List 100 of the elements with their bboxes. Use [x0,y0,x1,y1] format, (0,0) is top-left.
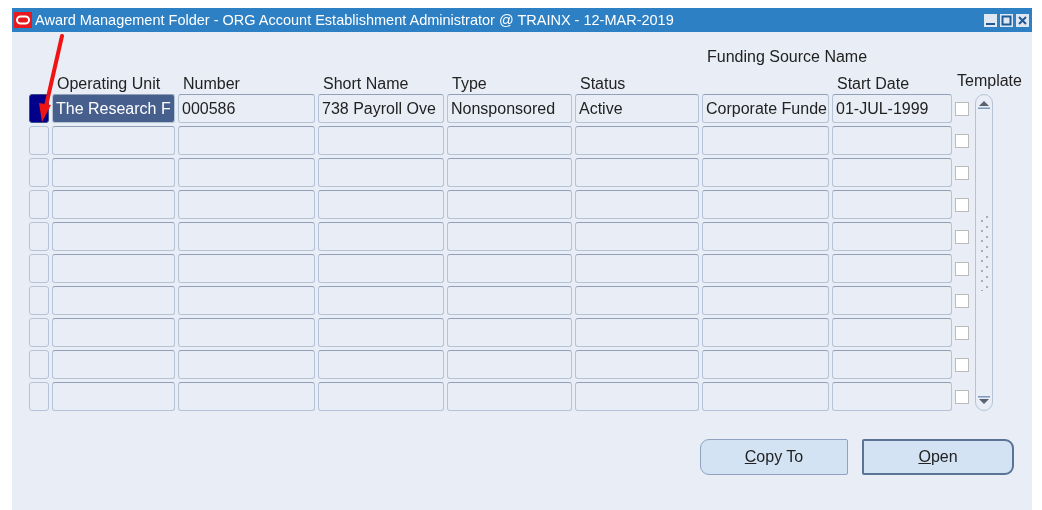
table-cell[interactable] [702,382,829,411]
close-icon[interactable] [1016,13,1029,27]
table-cell[interactable] [178,158,315,187]
table-cell[interactable] [832,382,952,411]
template-checkbox[interactable] [955,101,969,116]
table-cell[interactable] [702,350,829,379]
table-cell[interactable] [832,158,952,187]
table-cell[interactable] [52,190,175,219]
table-cell[interactable] [447,254,572,283]
table-cell[interactable] [575,318,699,347]
table-cell[interactable] [575,222,699,251]
table-cell[interactable] [52,318,175,347]
table-cell[interactable] [318,190,444,219]
record-indicator[interactable] [29,350,49,379]
record-indicator[interactable] [29,190,49,219]
maximize-icon[interactable] [1000,13,1013,27]
table-cell[interactable] [832,318,952,347]
table-cell[interactable] [52,350,175,379]
table-cell[interactable] [52,158,175,187]
table-cell[interactable] [447,382,572,411]
record-indicator[interactable] [29,318,49,347]
minimize-icon[interactable] [984,13,997,27]
table-cell[interactable] [575,126,699,155]
record-indicator[interactable] [29,158,49,187]
table-cell[interactable] [575,350,699,379]
template-checkbox[interactable] [955,325,969,340]
template-checkbox[interactable] [955,197,969,212]
table-cell[interactable] [447,126,572,155]
table-cell[interactable] [702,222,829,251]
table-cell[interactable] [318,350,444,379]
record-indicator[interactable] [29,382,49,411]
table-cell[interactable] [178,190,315,219]
template-checkbox[interactable] [955,389,969,404]
table-cell[interactable] [832,190,952,219]
table-cell[interactable] [702,254,829,283]
table-cell[interactable] [52,126,175,155]
table-cell[interactable] [178,286,315,315]
table-cell[interactable] [447,286,572,315]
table-cell[interactable]: Active [575,94,699,123]
table-cell[interactable] [178,254,315,283]
table-cell[interactable] [702,126,829,155]
table-cell[interactable] [178,126,315,155]
table-cell[interactable] [318,222,444,251]
table-cell[interactable] [52,254,175,283]
table-cell[interactable] [318,158,444,187]
table-cell[interactable] [318,382,444,411]
table-cell[interactable] [52,382,175,411]
table-cell[interactable]: 01-JUL-1999 [832,94,952,123]
table-cell[interactable] [447,318,572,347]
table-cell[interactable]: Nonsponsored [447,94,572,123]
table-cell[interactable] [575,382,699,411]
table-cell[interactable] [178,382,315,411]
table-cell[interactable]: Corporate Funde [702,94,829,123]
template-checkbox[interactable] [955,293,969,308]
action-button[interactable]: Copy To [700,439,848,475]
table-cell[interactable] [832,350,952,379]
table-cell[interactable] [447,190,572,219]
table-cell[interactable] [447,350,572,379]
table-cell[interactable] [702,158,829,187]
template-checkbox[interactable] [955,229,969,244]
record-indicator[interactable] [29,126,49,155]
table-cell[interactable] [178,350,315,379]
table-cell[interactable]: The Research F [52,94,175,123]
table-cell[interactable] [832,286,952,315]
template-checkbox[interactable] [955,133,969,148]
table-cell[interactable] [702,190,829,219]
table-cell[interactable] [447,158,572,187]
table-cell[interactable] [832,254,952,283]
table-cell[interactable] [52,286,175,315]
table-cell[interactable]: 738 Payroll Ove [318,94,444,123]
table-cell[interactable] [318,318,444,347]
table-cell[interactable] [702,286,829,315]
table-cell[interactable] [318,254,444,283]
table-cell[interactable] [702,318,829,347]
action-button[interactable]: Open [862,439,1014,475]
table-cell[interactable] [178,222,315,251]
column-heading: Start Date [836,75,911,94]
table-cell[interactable] [575,158,699,187]
table-cell[interactable] [575,190,699,219]
window-title: Award Management Folder - ORG Account Establishment Administrator @ TRAINX - 12-MAR-2019 [35,12,675,28]
record-indicator[interactable] [29,286,49,315]
table-cell[interactable] [318,126,444,155]
record-indicator[interactable] [29,254,49,283]
table-cell[interactable] [832,126,952,155]
scroll-up-icon[interactable] [978,99,990,109]
template-checkbox[interactable] [955,165,969,180]
scroll-down-icon[interactable] [978,396,990,406]
table-cell[interactable] [318,286,444,315]
scroll-grip-icon[interactable] [979,214,989,291]
record-indicator[interactable] [29,222,49,251]
template-checkbox[interactable] [955,357,969,372]
table-cell[interactable] [447,222,572,251]
table-cell[interactable] [52,222,175,251]
table-cell[interactable] [832,222,952,251]
template-checkbox[interactable] [955,261,969,276]
table-cell[interactable]: 000586 [178,94,315,123]
table-cell[interactable] [178,318,315,347]
column-heading: Type [451,75,488,94]
table-cell[interactable] [575,286,699,315]
table-cell[interactable] [575,254,699,283]
